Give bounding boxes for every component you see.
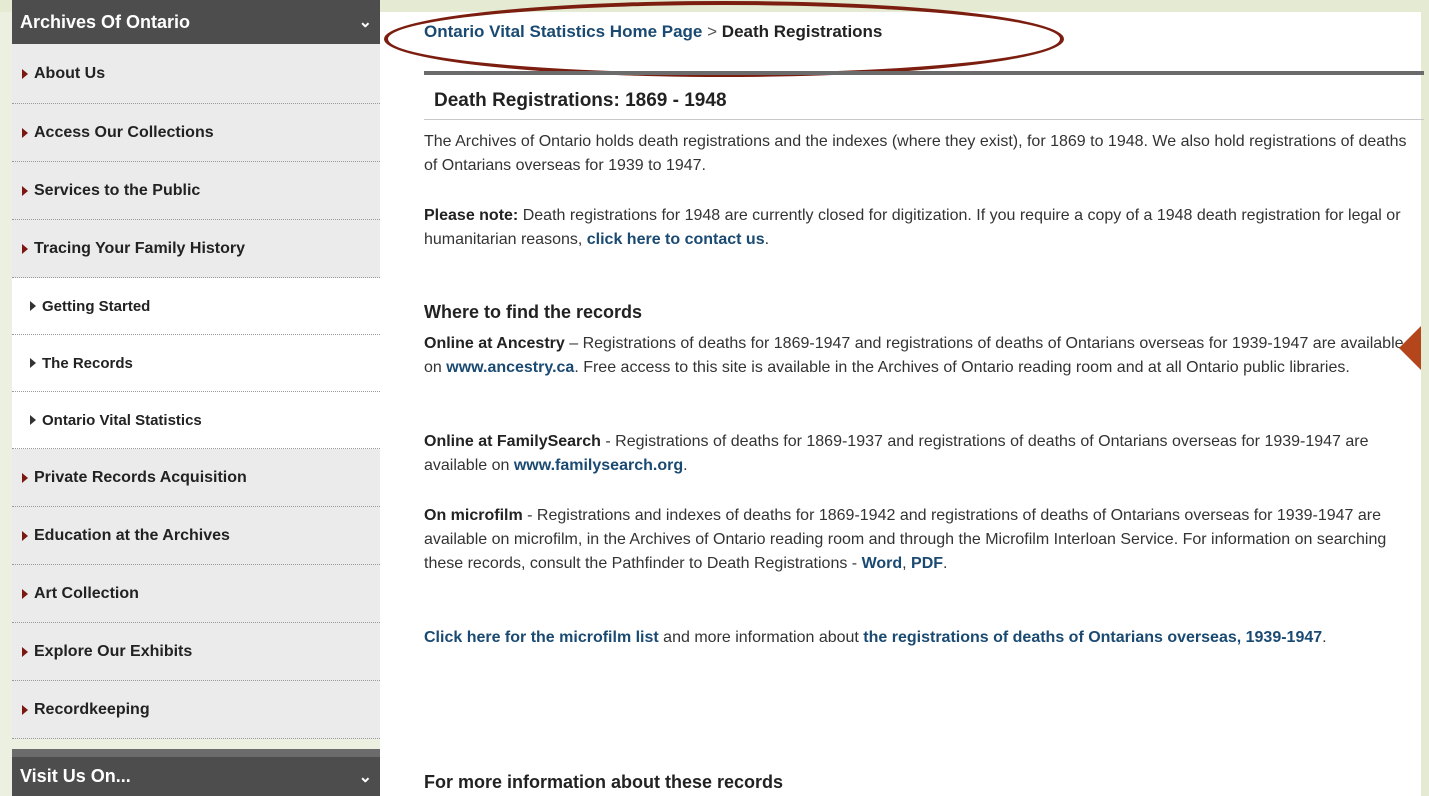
- sidebar-item-art-collection[interactable]: Art Collection: [12, 565, 380, 623]
- sidebar-item-label: Ontario Vital Statistics: [42, 411, 202, 429]
- sidebar-item-label: Access Our Collections: [34, 123, 214, 141]
- microfilm-list-link[interactable]: Click here for the microfilm list: [424, 629, 659, 646]
- sidebar-subitem-the-records[interactable]: The Records: [12, 335, 380, 392]
- more-info-heading: For more information about these records: [424, 772, 784, 792]
- caret-right-icon: [30, 358, 36, 368]
- slide-arrow-icon: [1399, 326, 1421, 370]
- sidebar-item-recordkeeping[interactable]: Recordkeeping: [12, 681, 380, 739]
- sidebar-item-access-collections[interactable]: Access Our Collections: [12, 104, 380, 162]
- sidebar-item-services[interactable]: Services to the Public: [12, 162, 380, 220]
- caret-right-icon: [30, 301, 36, 311]
- familysearch-link[interactable]: www.familysearch.org: [514, 457, 683, 474]
- breadcrumb-separator: >: [707, 22, 718, 41]
- title-underline: [424, 119, 1424, 120]
- sidebar-item-label: Getting Started: [42, 297, 151, 315]
- sidebar-item-about-us[interactable]: About Us: [12, 44, 380, 104]
- sidebar-item-exhibits[interactable]: Explore Our Exhibits: [12, 623, 380, 681]
- sidebar-item-label: Private Records Acquisition: [34, 468, 247, 486]
- chevron-down-icon[interactable]: ⌄: [359, 767, 372, 787]
- microfilm-label: On microfilm: [424, 507, 523, 524]
- microfilm-comma: ,: [902, 555, 912, 572]
- sidebar-item-private-records[interactable]: Private Records Acquisition: [12, 449, 380, 507]
- note-paragraph: Please note: Death registrations for 194…: [424, 204, 1422, 252]
- note-label: Please note:: [424, 207, 519, 224]
- caret-right-icon: [22, 588, 28, 599]
- intro-paragraph: The Archives of Ontario holds death regi…: [424, 133, 1407, 174]
- sidebar-header[interactable]: Archives Of Ontario ⌄: [12, 0, 380, 44]
- sidebar-item-label: Tracing Your Family History: [34, 239, 246, 257]
- familysearch-paragraph: Online at FamilySearch - Registrations o…: [424, 430, 1422, 478]
- caret-right-icon: [22, 530, 28, 541]
- microfilm-end: .: [943, 555, 948, 572]
- sidebar-item-label: About Us: [34, 64, 106, 82]
- caret-right-icon: [22, 704, 28, 715]
- sidebar-subitem-vital-statistics[interactable]: Ontario Vital Statistics: [12, 392, 380, 449]
- sidebar-item-education[interactable]: Education at the Archives: [12, 507, 380, 565]
- caret-right-icon: [30, 415, 36, 425]
- page-title: Death Registrations: 1869 - 1948: [434, 90, 727, 111]
- breadcrumb: Ontario Vital Statistics Home Page > Dea…: [424, 22, 882, 42]
- familysearch-label: Online at FamilySearch: [424, 433, 601, 450]
- caret-right-icon: [22, 472, 28, 483]
- microfilm-list-paragraph: Click here for the microfilm list and mo…: [424, 626, 1422, 650]
- ancestry-label: Online at Ancestry: [424, 335, 565, 352]
- pathfinder-pdf-link[interactable]: PDF: [911, 555, 943, 572]
- chevron-down-icon[interactable]: ⌄: [359, 12, 372, 32]
- visit-us-header[interactable]: Visit Us On... ⌄: [12, 749, 380, 796]
- caret-right-icon: [22, 646, 28, 657]
- note-end: .: [764, 231, 770, 248]
- caret-right-icon: [22, 68, 28, 79]
- sidebar-item-label: Art Collection: [34, 584, 139, 602]
- familysearch-end: .: [683, 457, 688, 474]
- caret-right-icon: [22, 185, 28, 196]
- microfilm-paragraph: On microfilm - Registrations and indexes…: [424, 504, 1422, 576]
- ancestry-link[interactable]: www.ancestry.ca: [446, 359, 574, 376]
- sidebar-item-label: Services to the Public: [34, 181, 201, 199]
- sidebar-item-label: Education at the Archives: [34, 526, 230, 544]
- where-heading: Where to find the records: [424, 302, 643, 322]
- sidebar-item-label: Recordkeeping: [34, 700, 150, 718]
- microfilm-list-text: and more information about: [658, 629, 864, 646]
- contact-us-link[interactable]: click here to contact us: [587, 231, 765, 248]
- overseas-registrations-link[interactable]: the registrations of deaths of Ontarians…: [863, 629, 1322, 646]
- pathfinder-word-link[interactable]: Word: [862, 555, 903, 572]
- breadcrumb-current: Death Registrations: [721, 22, 883, 41]
- microfilm-list-end: .: [1322, 629, 1327, 646]
- visit-us-title: Visit Us On...: [20, 766, 131, 786]
- title-divider: [424, 71, 1424, 75]
- caret-right-icon: [22, 127, 28, 138]
- sidebar-item-label: The Records: [42, 354, 133, 372]
- ancestry-paragraph: Online at Ancestry – Registrations of de…: [424, 332, 1422, 380]
- ancestry-text-2: . Free access to this site is available …: [574, 359, 1350, 376]
- note-text: Death registrations for 1948 are current…: [424, 207, 1401, 248]
- sidebar-subitem-getting-started[interactable]: Getting Started: [12, 278, 380, 335]
- caret-right-icon: [22, 243, 28, 254]
- sidebar: Archives Of Ontario ⌄ About Us Access Ou…: [12, 0, 380, 796]
- sidebar-item-label: Explore Our Exhibits: [34, 642, 193, 660]
- sidebar-item-family-history[interactable]: Tracing Your Family History: [12, 220, 380, 278]
- breadcrumb-home-link[interactable]: Ontario Vital Statistics Home Page: [424, 22, 702, 41]
- sidebar-header-title: Archives Of Ontario: [20, 11, 191, 32]
